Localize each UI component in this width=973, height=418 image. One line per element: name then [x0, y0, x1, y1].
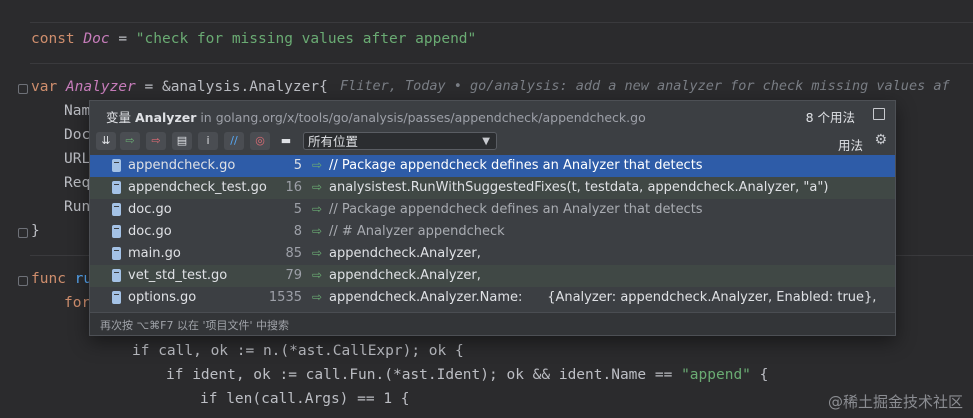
scope-select[interactable]: 所有位置 ▼: [303, 132, 497, 150]
fold-icon[interactable]: [18, 84, 28, 94]
usage-row[interactable]: vet_std_test.go 79 ⇨ appendcheck.Analyzer,: [90, 265, 895, 287]
go-file-icon: [112, 291, 121, 304]
separator-line: [30, 22, 973, 23]
separator-line: [30, 63, 973, 64]
go-file-icon: [112, 159, 121, 172]
usage-row[interactable]: doc.go 5 ⇨// Package appendcheck defines a…: [90, 199, 895, 221]
find-usages-popup[interactable]: 变量 Analyzer in golang.org/x/tools/go/ana…: [89, 100, 896, 336]
code-line-var[interactable]: var Analyzer = &analysis.Analyzer{: [31, 76, 328, 98]
code-line-for[interactable]: for: [64, 292, 90, 314]
usage-row[interactable]: options.go 1535 ⇨ appendcheck.Analyzer.Name…: [90, 287, 895, 309]
usage-row[interactable]: appendcheck.go 5 ⇨// Package appendcheck d…: [90, 155, 895, 177]
window-icon[interactable]: ▬: [276, 132, 296, 150]
usage-arrow-icon: ⇨: [312, 202, 323, 216]
usage-row[interactable]: main.go 85 ⇨ appendcheck.Analyzer,: [90, 243, 895, 265]
write-access-icon[interactable]: ⇨: [146, 132, 166, 150]
usage-options-label[interactable]: 用法: [838, 135, 863, 154]
code-line-func[interactable]: func ru: [31, 268, 92, 290]
popup-toolbar: ⇊ ⇨ ⇨ ▤ i // ◎ ▬ 所有位置 ▼ 用法 ⚙: [90, 128, 895, 154]
code-field-line[interactable]: Doc: [64, 124, 90, 146]
usage-row[interactable]: doc.go 8 ⇨// # Analyzer appendcheck: [90, 221, 895, 243]
git-blame-hint: Fliter, Today • go/analysis: add a new a…: [340, 78, 950, 94]
go-file-icon: [112, 203, 121, 216]
go-file-icon: [112, 269, 121, 282]
usage-arrow-icon: ⇨: [312, 246, 323, 260]
code-line-if-call[interactable]: if call, ok := n.(*ast.CallExpr); ok {: [132, 340, 464, 362]
fold-icon[interactable]: [18, 228, 28, 238]
usage-count: 8 个用法: [805, 110, 855, 125]
folder-icon[interactable]: ▤: [172, 132, 192, 150]
code-line-const[interactable]: const Doc = "check for missing values af…: [31, 28, 476, 50]
usage-list: appendcheck.go 5 ⇨// Package appendcheck d…: [90, 155, 895, 309]
go-file-icon: [112, 247, 121, 260]
info-icon[interactable]: i: [198, 132, 218, 150]
pin-icon[interactable]: [873, 108, 885, 120]
code-close-brace[interactable]: }: [31, 220, 40, 242]
usage-arrow-icon: ⇨: [312, 224, 323, 238]
code-field-line[interactable]: URL: [64, 148, 90, 170]
comment-icon[interactable]: //: [224, 132, 244, 150]
chevron-down-icon: ▼: [482, 136, 490, 147]
code-line-if-ident[interactable]: if ident, ok := call.Fun.(*ast.Ident); o…: [166, 364, 768, 386]
fold-icon[interactable]: [18, 276, 28, 286]
code-field-line[interactable]: Nam: [64, 100, 90, 122]
popup-title: 变量 Analyzer in golang.org/x/tools/go/ana…: [106, 110, 646, 125]
go-file-icon: [112, 181, 121, 194]
go-file-icon: [112, 225, 121, 238]
exclude-icon[interactable]: ◎: [250, 132, 270, 150]
code-line-if-len[interactable]: if len(call.Args) == 1 {: [200, 388, 410, 410]
popup-footer: 再次按 ⌥⌘F7 以在 '项目文件' 中搜索: [90, 312, 895, 335]
usage-arrow-icon: ⇨: [312, 290, 323, 304]
popup-title-bar: 变量 Analyzer in golang.org/x/tools/go/ana…: [90, 101, 895, 127]
usage-arrow-icon: ⇨: [312, 268, 323, 282]
code-field-line[interactable]: Req: [64, 172, 90, 194]
usage-arrow-icon: ⇨: [312, 158, 323, 172]
merge-icon[interactable]: ⇊: [96, 132, 116, 150]
read-access-icon[interactable]: ⇨: [120, 132, 140, 150]
usage-arrow-icon: ⇨: [312, 180, 323, 194]
usage-row[interactable]: appendcheck_test.go 16 ⇨ analysistest.RunWi…: [90, 177, 895, 199]
gear-icon[interactable]: ⚙: [874, 132, 887, 148]
code-field-line[interactable]: Run: [64, 196, 90, 218]
watermark: @稀土掘金技术社区: [827, 393, 963, 411]
